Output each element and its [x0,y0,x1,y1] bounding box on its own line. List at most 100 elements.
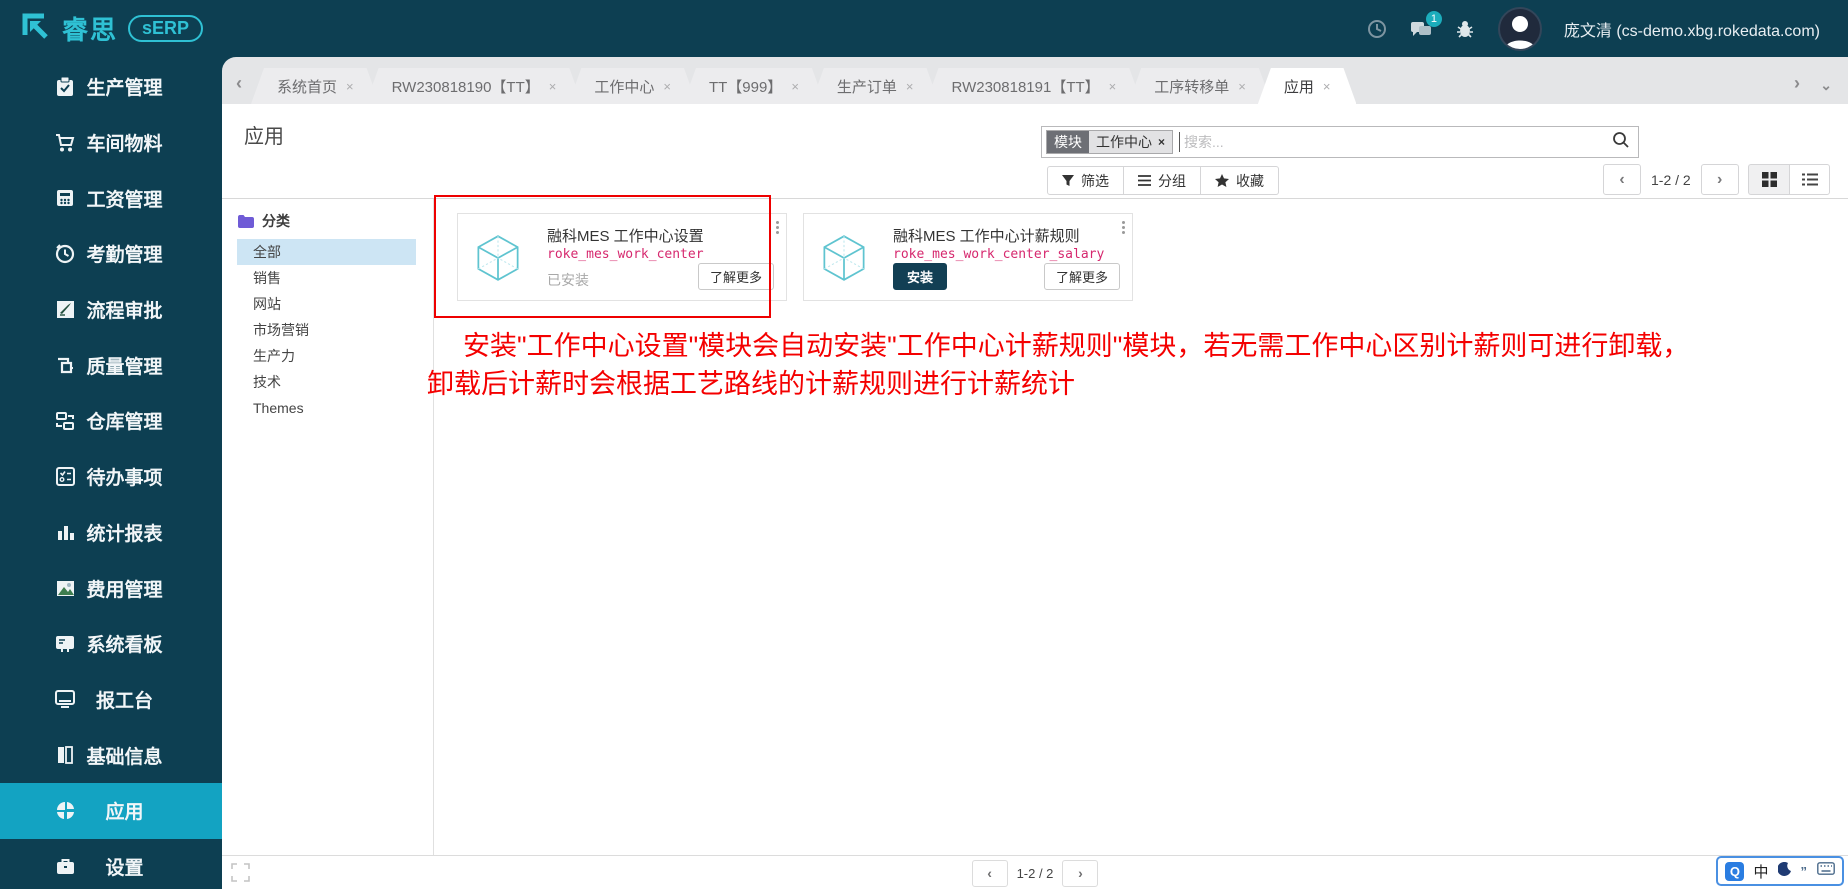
sidebar-item-apps[interactable]: 应用 [0,782,222,839]
topbar-right: 1 庞文清 (cs-demo.xbg.rokedata.com) [1366,0,1820,57]
sidebar-item-dashboard[interactable]: 系统看板 [0,616,222,672]
tab-bar: ‹ 系统首页 × RW230818190【TT】 × 工作中心 × TT【999】 × … [222,57,1848,104]
category-item-sales[interactable]: 销售 [237,265,416,291]
close-icon[interactable]: × [663,79,671,94]
logo-arrow-icon [20,10,52,47]
pager-next-button[interactable]: › [1700,164,1739,195]
sidebar-item-warehouse[interactable]: 仓库管理 [0,393,222,449]
tab-production-order[interactable]: 生产订单 × [811,68,940,104]
tabs-dropdown-chevron-icon[interactable]: ⌄ [1820,77,1832,94]
module-tech-name: roke_mes_work_center_salary [893,247,1105,262]
tab-apps[interactable]: 应用 × [1258,68,1357,104]
group-by-button[interactable]: 分组 [1124,166,1201,195]
user-avatar[interactable] [1497,6,1542,51]
ime-keyboard-icon[interactable] [1817,862,1835,880]
list-view-button[interactable] [1789,164,1830,195]
install-button[interactable]: 安装 [893,263,948,290]
learn-more-button[interactable]: 了解更多 [697,263,774,290]
category-item-all[interactable]: 全部 [237,239,416,265]
kebab-menu-icon[interactable] [1122,219,1125,236]
search-option-buttons: 筛选 分组 收藏 [1047,166,1279,195]
sidebar-item-settings[interactable]: 设置 [0,839,222,889]
sidebar-item-approval[interactable]: 流程审批 [0,282,222,338]
close-icon[interactable]: × [1238,79,1246,94]
pager-range: 1-2 / 2 [1651,171,1691,188]
clock-icon [55,244,75,264]
close-icon[interactable]: × [1109,79,1117,94]
learn-more-button[interactable]: 了解更多 [1043,263,1120,290]
caliper-icon [55,355,75,375]
close-icon[interactable]: × [1323,79,1331,94]
clipboard-check-icon [55,76,75,97]
category-item-productivity[interactable]: 生产力 [237,343,416,369]
ime-moon-icon[interactable] [1776,861,1792,881]
kebab-menu-icon[interactable] [776,219,779,236]
sidebar-item-work-report[interactable]: 报工台 [0,672,222,728]
module-title: 融科MES 工作中心计薪规则 [893,228,1080,245]
category-item-themes[interactable]: Themes [237,395,416,421]
logo-badge: sERP [128,15,204,42]
close-icon[interactable]: × [346,79,354,94]
app-logo[interactable]: 睿思 sERP [20,10,204,47]
category-item-marketing[interactable]: 市场营销 [237,317,416,343]
close-icon[interactable]: × [906,79,914,94]
dashboard-icon [55,634,75,654]
tabs-scroll-left-chevron[interactable]: ‹ [236,73,242,94]
messages-count-badge: 1 [1425,10,1442,27]
pager-prev-button[interactable]: ‹ [1603,164,1641,195]
sidebar-item-attendance[interactable]: 考勤管理 [0,226,222,282]
tab-system-home[interactable]: 系统首页 × [251,68,380,104]
module-tech-name: roke_mes_work_center [547,247,704,262]
funnel-icon [1062,174,1074,186]
tab-work-center[interactable]: 工作中心 × [568,68,697,104]
module-cube-icon [822,234,866,287]
kanban-view-button[interactable] [1748,164,1789,195]
filter-button[interactable]: 筛选 [1047,166,1124,195]
search-input[interactable]: 搜索... [1179,132,1612,152]
sidebar-item-expense[interactable]: 费用管理 [0,560,222,616]
tabs-scroll-right-chevron[interactable]: › [1794,73,1800,94]
sidebar-item-payroll[interactable]: 工资管理 [0,170,222,226]
warehouse-icon [55,411,75,431]
main-area: ‹ 系统首页 × RW230818190【TT】 × 工作中心 × TT【999】 × … [222,57,1848,889]
category-item-technical[interactable]: 技术 [237,369,416,395]
sidebar-item-quality[interactable]: 质量管理 [0,337,222,393]
bottom-pager-next-button[interactable]: › [1062,859,1099,887]
ime-language-indicator[interactable]: 中 [1753,861,1768,882]
bug-report-icon[interactable] [1454,18,1476,40]
search-bar[interactable]: 模块 工作中心 × 搜索... [1041,126,1639,158]
sidebar-item-materials[interactable]: 车间物料 [0,115,222,171]
sidebar-item-reports[interactable]: 统计报表 [0,505,222,561]
tab-tt-999[interactable]: TT【999】 × [683,68,825,104]
tab-rw230818190[interactable]: RW230818190【TT】 × [366,68,583,104]
sidebar-item-base-info[interactable]: 基础信息 [0,727,222,783]
username-label[interactable]: 庞文清 (cs-demo.xbg.rokedata.com) [1564,17,1820,41]
ime-punctuation-toggle[interactable]: ” [1801,864,1809,879]
search-facet: 模块 工作中心 × [1046,130,1174,154]
facet-remove-icon[interactable]: × [1158,135,1165,149]
app-root: 睿思 sERP 1 庞文清 (cs-demo.xbg.rokedata.com)… [0,0,1848,889]
top-pager: ‹ 1-2 / 2 › [1603,164,1739,195]
tab-process-transfer[interactable]: 工序转移单 × [1128,68,1272,104]
sidebar-item-production[interactable]: 生产管理 [0,59,222,115]
cart-icon [55,133,75,153]
tab-rw230818191[interactable]: RW230818191【TT】 × [926,68,1143,104]
favorites-button[interactable]: 收藏 [1201,166,1279,195]
sidebar-item-todo[interactable]: 待办事项 [0,449,222,505]
group-lines-icon [1138,175,1151,186]
star-icon [1215,174,1229,187]
category-item-website[interactable]: 网站 [237,291,416,317]
ime-input-method-icon[interactable]: Q [1725,861,1745,881]
topbar: 睿思 sERP 1 庞文清 (cs-demo.xbg.rokedata.com) [0,0,1848,57]
close-icon[interactable]: × [791,79,799,94]
close-icon[interactable]: × [549,79,557,94]
activity-clock-icon[interactable] [1366,18,1388,40]
messages-icon[interactable]: 1 [1410,10,1442,40]
facet-value: 工作中心 × [1089,131,1173,153]
search-icon[interactable] [1612,131,1630,154]
todo-icon [55,467,75,487]
category-list: 全部 销售 网站 市场营销 生产力 技术 Themes [222,239,433,421]
bottom-pager: ‹ 1-2 / 2 › [222,856,1848,889]
bottom-pager-prev-button[interactable]: ‹ [971,859,1008,887]
module-card-work-center-salary: 融科MES 工作中心计薪规则 roke_mes_work_center_sala… [803,213,1133,301]
